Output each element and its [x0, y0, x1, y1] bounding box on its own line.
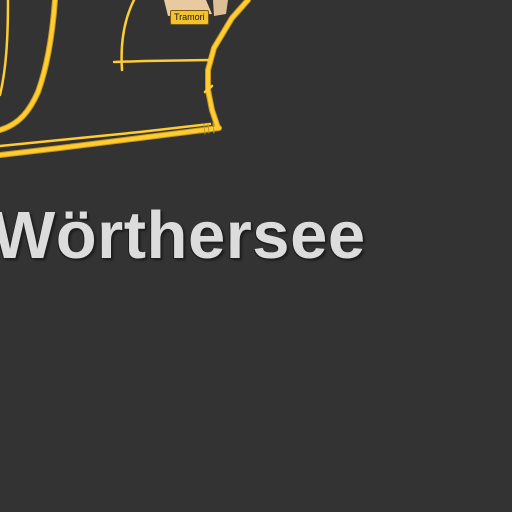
- road-diagonal: [205, 0, 251, 131]
- building: [213, 0, 228, 16]
- road-upper-loop: [120, 0, 136, 72]
- map-canvas[interactable]: Tramori Wörthersee: [0, 0, 512, 512]
- road-left-edge: [0, 0, 10, 97]
- road-cross-street: [112, 58, 213, 64]
- lake-label: Wörthersee: [0, 198, 366, 273]
- road-name-badge: Tramori: [170, 10, 209, 25]
